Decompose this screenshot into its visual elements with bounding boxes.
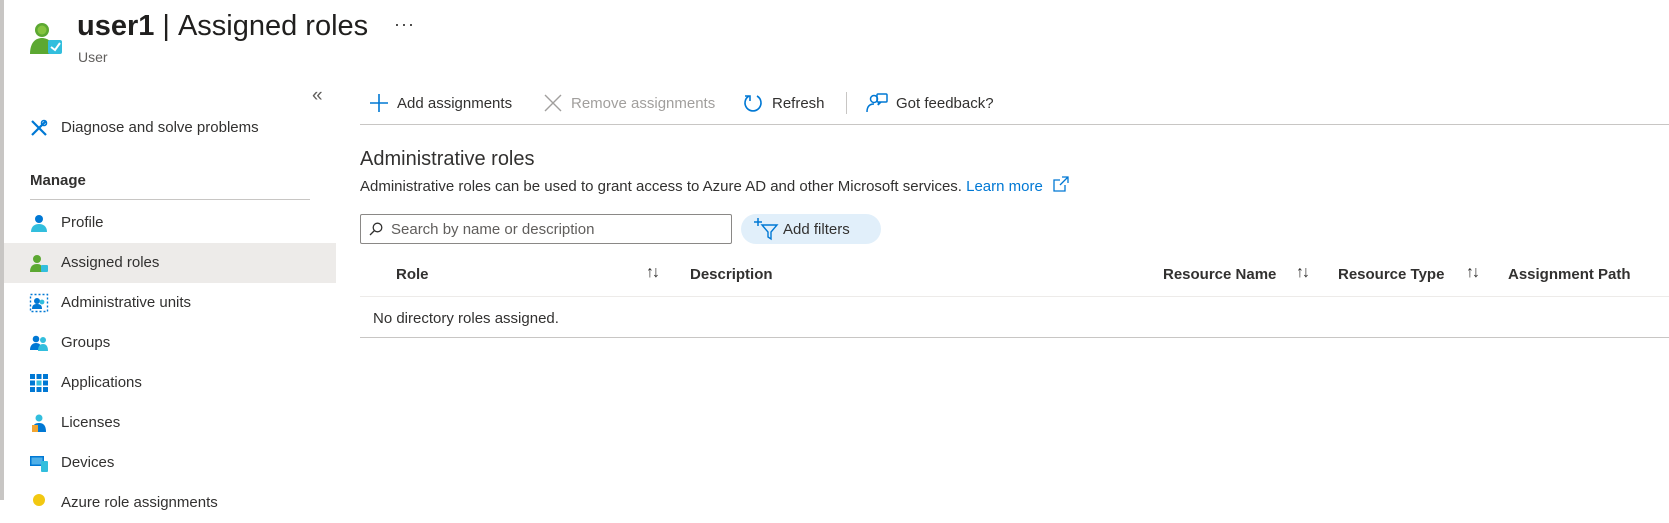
sidebar-item-devices[interactable]: Devices: [4, 443, 336, 483]
add-filters-button[interactable]: Add filters: [741, 214, 881, 244]
user-name: user1: [77, 10, 155, 42]
column-header-assignment-path[interactable]: Assignment Path: [1508, 266, 1631, 283]
add-filter-icon: [754, 218, 779, 241]
add-assignments-button[interactable]: Add assignments: [369, 88, 512, 118]
plus-icon: [370, 94, 388, 112]
sidebar-item-label: Licenses: [61, 414, 121, 431]
azure-role-assignments-icon: [33, 494, 45, 506]
sidebar-item-azure-role-assignments[interactable]: Azure role assignments: [4, 483, 336, 523]
wrench-icon: [31, 119, 48, 136]
add-filters-label: Add filters: [783, 221, 850, 238]
sidebar-item-label: Azure role assignments: [61, 494, 218, 511]
external-link-icon[interactable]: [1053, 176, 1069, 192]
sidebar-item-label: Applications: [61, 374, 142, 391]
close-icon: [544, 94, 562, 112]
sidebar-item-label: Diagnose and solve problems: [61, 119, 259, 136]
applications-icon: [30, 374, 48, 392]
got-feedback-button[interactable]: Got feedback?: [866, 88, 994, 118]
remove-assignments-label: Remove assignments: [571, 94, 716, 112]
devices-icon: [30, 456, 48, 472]
sidebar-item-label: Profile: [61, 214, 104, 231]
assigned-roles-icon: [30, 255, 48, 272]
refresh-button[interactable]: Refresh: [742, 88, 825, 118]
table-row-divider: [360, 337, 1669, 338]
licenses-icon: [32, 414, 46, 432]
table-header-divider: [360, 296, 1669, 297]
refresh-icon: [744, 95, 762, 112]
sidebar-item-label: Devices: [61, 454, 115, 471]
groups-icon: [30, 335, 48, 351]
column-header-resource-name[interactable]: Resource Name: [1163, 266, 1276, 283]
manage-heading: Manage: [30, 172, 86, 189]
section-description: Administrative roles can be used to gran…: [360, 176, 1069, 195]
collapse-sidebar-button[interactable]: «: [312, 85, 323, 107]
sidebar-item-administrative-units[interactable]: Administrative units: [4, 283, 336, 323]
learn-more-link[interactable]: Learn more: [966, 178, 1043, 195]
toolbar-divider: [846, 92, 847, 114]
sidebar-item-applications[interactable]: Applications: [4, 363, 336, 403]
search-input[interactable]: [391, 218, 721, 240]
profile-icon: [31, 215, 47, 232]
column-header-role[interactable]: Role: [396, 266, 429, 283]
sidebar-item-label: Administrative units: [61, 294, 192, 311]
title-separator: |: [162, 10, 170, 42]
administrative-units-icon: [29, 293, 49, 313]
section-title: Administrative roles: [360, 148, 535, 170]
page-title-text: Assigned roles: [177, 10, 369, 42]
remove-assignments-button[interactable]: Remove assignments: [543, 88, 715, 118]
page-title: user1 | Assigned roles: [77, 10, 368, 43]
sidebar-item-licenses[interactable]: Licenses: [4, 403, 336, 443]
refresh-label: Refresh: [772, 94, 825, 112]
sort-resource-type-icon[interactable]: ↑↓: [1466, 264, 1480, 282]
sidebar-item-profile[interactable]: Profile: [4, 203, 336, 243]
section-description-text: Administrative roles can be used to gran…: [360, 178, 962, 195]
search-icon: [369, 222, 383, 236]
page-subtitle: User: [78, 49, 108, 65]
got-feedback-label: Got feedback?: [896, 94, 994, 112]
sidebar-item-diagnose[interactable]: Diagnose and solve problems: [4, 108, 336, 148]
feedback-icon: [866, 93, 888, 113]
add-assignments-label: Add assignments: [397, 94, 513, 112]
user-icon: [30, 23, 62, 54]
more-options-button[interactable]: ···: [394, 14, 415, 35]
sort-role-icon[interactable]: ↑↓: [646, 264, 660, 282]
sort-resource-name-icon[interactable]: ↑↓: [1296, 264, 1310, 282]
sidebar-item-label: Assigned roles: [61, 254, 160, 271]
sidebar-item-label: Groups: [61, 334, 111, 351]
column-header-resource-type[interactable]: Resource Type: [1338, 266, 1444, 283]
sidebar-item-groups[interactable]: Groups: [4, 323, 336, 363]
sidebar-item-assigned-roles[interactable]: Assigned roles: [4, 243, 336, 283]
manage-divider: [30, 199, 310, 200]
search-box[interactable]: [360, 214, 732, 244]
toolbar-divider-line: [360, 124, 1669, 125]
column-header-description: Description: [690, 266, 773, 283]
empty-table-message: No directory roles assigned.: [373, 310, 559, 327]
